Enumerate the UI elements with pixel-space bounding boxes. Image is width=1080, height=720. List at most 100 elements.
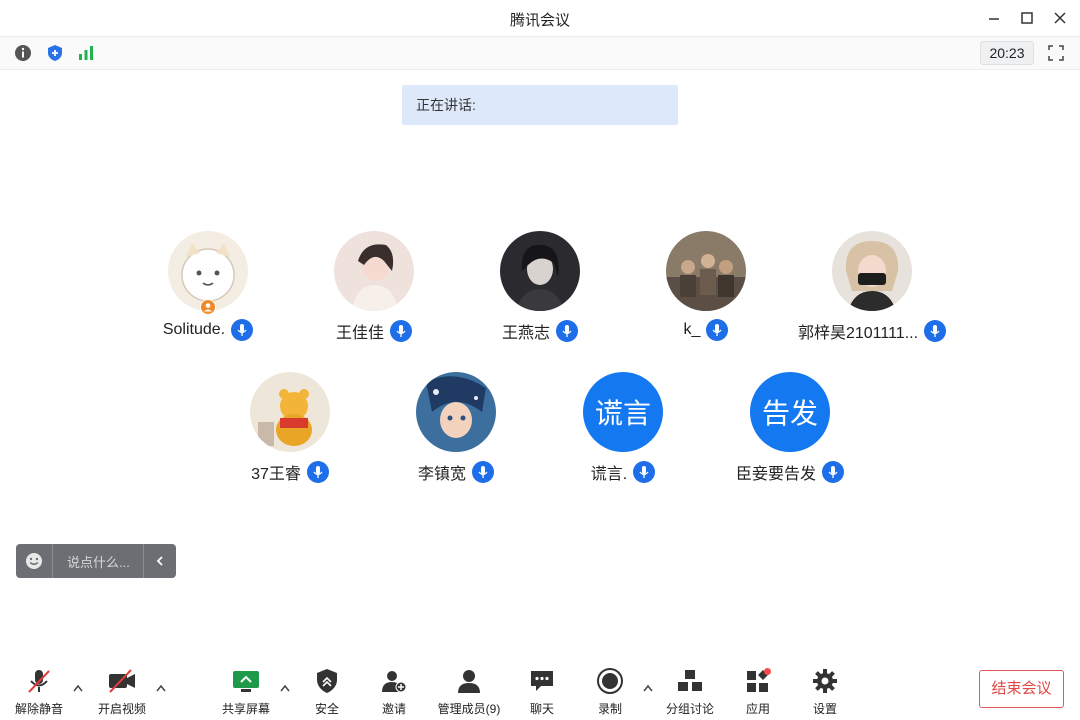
signal-bars-icon xyxy=(79,46,93,60)
breakout-icon xyxy=(678,670,702,691)
shield-icon xyxy=(317,669,337,693)
avatar xyxy=(832,231,912,311)
share-screen-button[interactable]: 共享屏幕 xyxy=(214,666,278,716)
end-meeting-button[interactable]: 结束会议 xyxy=(979,670,1064,708)
chevron-up-icon xyxy=(156,684,166,692)
share-options-button[interactable] xyxy=(279,682,291,694)
participant-name: 李镇宽 xyxy=(417,466,466,483)
unmute-label: 解除静音 xyxy=(14,702,63,716)
meeting-info-button[interactable] xyxy=(12,42,34,64)
mic-icon xyxy=(231,319,254,341)
participant-name: k_ xyxy=(683,321,701,338)
info-icon xyxy=(15,45,31,61)
participant-tile[interactable]: 王燕志 xyxy=(470,231,610,361)
chevron-up-icon xyxy=(643,684,653,692)
apps-button[interactable]: 应用 xyxy=(726,666,790,716)
shield-icon xyxy=(48,45,62,61)
chat-input-bar: 说点什么... xyxy=(16,544,176,578)
participant-name: 王燕志 xyxy=(501,325,550,342)
video-options-button[interactable] xyxy=(155,682,167,694)
chat-bubble-icon xyxy=(531,671,553,691)
video-off-icon xyxy=(109,669,135,693)
mic-icon xyxy=(706,319,729,341)
unmute-button[interactable]: 解除静音 xyxy=(7,666,71,716)
add-user-icon xyxy=(382,671,407,693)
chat-input[interactable]: 说点什么... xyxy=(53,552,143,571)
chat-button[interactable]: 聊天 xyxy=(510,666,574,716)
bear-toy-avatar-image xyxy=(250,372,330,452)
active-speaker-banner: 正在讲话: xyxy=(402,85,678,125)
bottom-toolbar: 解除静音 开启视频 共享屏幕 安全 邀请 管理成员(9) 聊天 录制 分组讨论 … xyxy=(0,660,1080,720)
breakout-label: 分组讨论 xyxy=(665,702,714,716)
participant-name: 王佳佳 xyxy=(335,325,384,342)
settings-label: 设置 xyxy=(812,702,837,716)
chevron-up-icon xyxy=(280,684,290,692)
maximize-button[interactable] xyxy=(1017,8,1037,28)
record-icon xyxy=(597,668,623,694)
muted-mic-icon xyxy=(28,670,50,693)
mic-icon xyxy=(390,320,412,342)
chevron-left-icon xyxy=(156,556,163,566)
collapse-chat-button[interactable] xyxy=(143,544,176,578)
record-options-button[interactable] xyxy=(642,682,654,694)
settings-button[interactable]: 设置 xyxy=(793,666,857,716)
maximize-icon xyxy=(1021,12,1033,24)
security-label: 安全 xyxy=(314,702,339,716)
close-button[interactable] xyxy=(1050,8,1070,28)
mic-icon xyxy=(633,461,656,483)
smiley-icon xyxy=(26,553,42,569)
title-bar: 腾讯会议 xyxy=(0,0,1080,36)
network-status-button[interactable] xyxy=(75,42,97,64)
avatar xyxy=(500,231,580,311)
minimize-icon xyxy=(989,18,999,20)
mic-icon xyxy=(556,320,578,342)
chevron-up-icon xyxy=(73,684,83,692)
gear-icon xyxy=(813,669,837,693)
breakout-rooms-button[interactable]: 分组讨论 xyxy=(658,666,722,716)
photo-avatar-image xyxy=(500,231,580,311)
avatar xyxy=(416,372,496,452)
participant-tile[interactable]: k_ xyxy=(636,231,776,361)
manage-members-label: 管理成员(9) xyxy=(437,702,501,716)
mic-icon xyxy=(472,461,494,483)
avatar xyxy=(666,231,746,311)
start-video-button[interactable]: 开启视频 xyxy=(90,666,154,716)
share-screen-label: 共享屏幕 xyxy=(221,702,270,716)
encryption-button[interactable] xyxy=(44,42,66,64)
meeting-clock: 20:23 xyxy=(980,41,1034,65)
invite-label: 邀请 xyxy=(381,702,406,716)
fullscreen-icon xyxy=(1048,45,1064,61)
participant-name: 谎言. xyxy=(590,466,628,483)
participant-tile[interactable]: Solitude. xyxy=(138,231,278,361)
record-label: 录制 xyxy=(597,702,622,716)
record-button[interactable]: 录制 xyxy=(578,666,642,716)
manage-members-button[interactable]: 管理成员(9) xyxy=(431,666,507,716)
members-icon xyxy=(458,670,480,693)
audio-options-button[interactable] xyxy=(72,682,84,694)
window-title: 腾讯会议 xyxy=(509,12,570,29)
participant-tile[interactable]: 李镇宽 xyxy=(386,372,526,502)
group-photo-avatar-image xyxy=(666,231,746,311)
notification-dot xyxy=(764,668,771,675)
close-icon xyxy=(1054,12,1066,24)
mic-icon xyxy=(306,461,329,483)
participant-tile[interactable]: 37王睿 xyxy=(220,372,360,502)
photo-avatar-image xyxy=(334,231,414,311)
participant-tile[interactable]: 王佳佳 xyxy=(304,231,444,361)
mic-icon xyxy=(822,461,844,483)
avatar xyxy=(334,231,414,311)
invite-button[interactable]: 邀请 xyxy=(362,666,426,716)
apps-label: 应用 xyxy=(745,702,770,716)
participant-tile[interactable]: 告发 臣妾要告发 xyxy=(720,372,860,502)
participant-name: 37王睿 xyxy=(251,466,301,483)
photo-avatar-image xyxy=(832,231,912,311)
participant-tile[interactable]: 谎言 谎言. xyxy=(553,372,693,502)
participant-tile[interactable]: 郭梓昊2101111... xyxy=(798,231,947,361)
avatar xyxy=(250,372,330,452)
share-screen-icon xyxy=(233,671,259,692)
security-button[interactable]: 安全 xyxy=(295,666,359,716)
avatar: 告发 xyxy=(750,372,830,452)
emoji-button[interactable] xyxy=(16,544,53,578)
minimize-button[interactable] xyxy=(984,8,1004,28)
fullscreen-button[interactable] xyxy=(1045,42,1067,64)
